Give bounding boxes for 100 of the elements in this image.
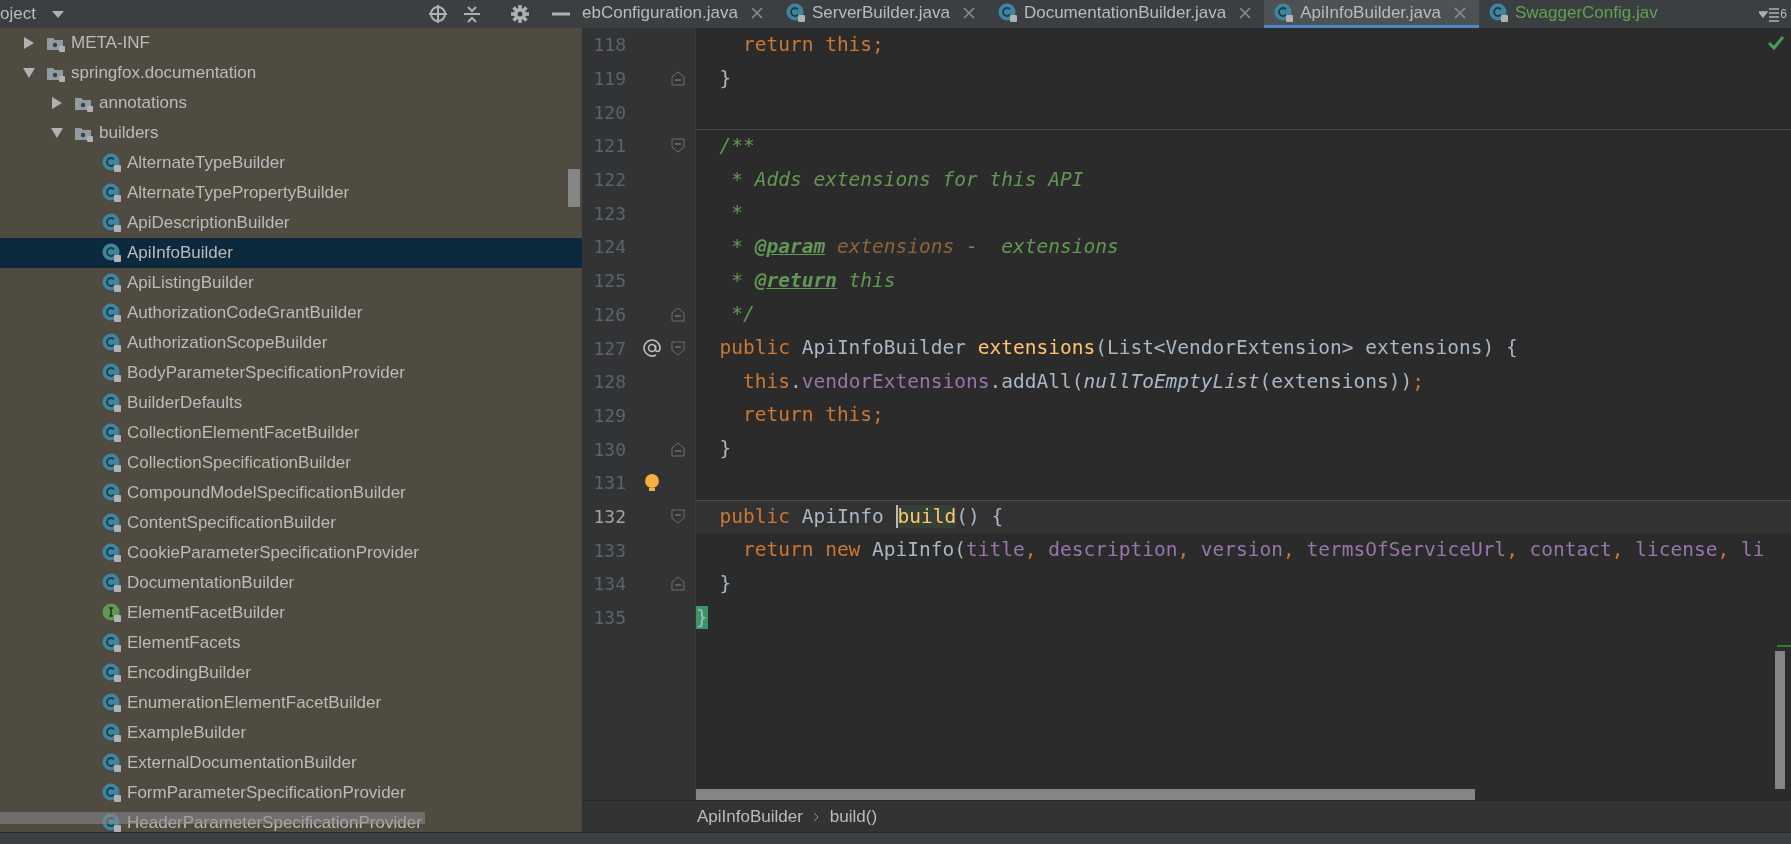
interface-icon xyxy=(102,603,122,623)
class-icon xyxy=(102,753,122,773)
lightbulb-icon[interactable] xyxy=(643,473,661,493)
tree-item[interactable]: ExternalDocumentationBuilder xyxy=(127,752,357,774)
tree-item[interactable]: AlternateTypePropertyBuilder xyxy=(127,182,350,204)
class-icon xyxy=(785,2,806,23)
list-icon xyxy=(1759,5,1780,23)
editor-tab[interactable]: ServerBuilder.java xyxy=(775,0,988,28)
tree-item[interactable]: ContentSpecificationBuilder xyxy=(127,512,336,534)
expanded-arrow-icon[interactable] xyxy=(50,126,64,140)
scrollbar-thumb[interactable] xyxy=(1775,651,1785,789)
crosshair-icon[interactable] xyxy=(428,4,448,24)
tree-item[interactable]: ElementFacets xyxy=(127,632,241,654)
tree-item[interactable]: ApiListingBuilder xyxy=(127,272,254,294)
editor-tab[interactable]: ebConfiguration.java xyxy=(582,0,776,28)
tree-item[interactable]: AuthorizationScopeBuilder xyxy=(127,332,328,354)
fold-icon[interactable] xyxy=(671,138,685,154)
class-icon xyxy=(102,183,122,203)
tree-item[interactable]: DocumentationBuilder xyxy=(127,572,295,594)
tree-item[interactable]: BuilderDefaults xyxy=(127,392,243,414)
class-icon xyxy=(102,513,122,533)
at-sign-icon[interactable] xyxy=(643,339,661,358)
settings-icon[interactable] xyxy=(510,4,530,24)
tree-item[interactable]: EnumerationElementFacetBuilder xyxy=(127,692,382,714)
collapsed-arrow-icon[interactable] xyxy=(22,36,36,50)
tree-item[interactable]: annotations xyxy=(99,92,187,114)
change-marker[interactable] xyxy=(1777,645,1791,647)
fold-icon[interactable] xyxy=(671,508,685,524)
class-icon xyxy=(102,813,122,832)
class-icon xyxy=(1274,2,1295,23)
fold-end-icon[interactable] xyxy=(671,576,685,592)
class-icon xyxy=(102,633,122,653)
fold-end-icon[interactable] xyxy=(671,306,685,322)
close-icon[interactable] xyxy=(961,5,976,20)
tree-item[interactable]: AlternateTypeBuilder xyxy=(127,152,285,174)
tree-item[interactable]: CookieParameterSpecificationProvider xyxy=(127,542,419,564)
class-icon xyxy=(102,333,122,353)
class-icon xyxy=(102,723,122,743)
expanded-arrow-icon[interactable] xyxy=(22,66,36,80)
checkmark-icon[interactable] xyxy=(1767,34,1785,51)
close-icon[interactable] xyxy=(749,5,764,20)
collapse-all-icon[interactable] xyxy=(462,4,482,24)
fold-icon[interactable] xyxy=(671,340,685,356)
tree-item[interactable]: ElementFacetBuilder xyxy=(127,602,285,624)
tree-item[interactable]: CollectionElementFacetBuilder xyxy=(127,422,360,444)
code-line: * xyxy=(730,200,743,227)
tree-item[interactable]: FormParameterSpecificationProvider xyxy=(127,782,406,804)
class-icon xyxy=(102,663,122,683)
code-line: return this; xyxy=(741,402,884,429)
close-icon[interactable] xyxy=(1238,5,1253,20)
class-icon xyxy=(102,243,122,263)
line-number: 132 xyxy=(592,505,626,527)
code-line: public ApiInfo build() { xyxy=(718,503,1004,530)
code-line: } xyxy=(718,436,732,463)
scrollbar-thumb[interactable] xyxy=(568,169,580,207)
class-icon xyxy=(1489,2,1509,23)
tree-item[interactable]: EncodingBuilder xyxy=(127,662,251,684)
editor-tab[interactable]: ApiInfoBuilder.java xyxy=(1264,0,1479,28)
code-line: * Adds extensions for this API xyxy=(730,166,1084,193)
tree-item[interactable]: ExampleBuilder xyxy=(127,722,247,744)
tree-item[interactable]: META-INF xyxy=(71,32,150,54)
code-line: /** xyxy=(718,133,755,160)
close-icon[interactable] xyxy=(1453,5,1467,20)
code-line: * @param extensions - extensions xyxy=(730,233,1119,260)
chevron-icon xyxy=(812,811,820,822)
collapsed-arrow-icon[interactable] xyxy=(50,96,64,110)
editor-tab[interactable]: DocumentationBuilder.java xyxy=(987,0,1265,28)
class-icon xyxy=(102,573,122,593)
class-icon xyxy=(102,303,122,323)
class-icon xyxy=(102,483,122,503)
class-icon xyxy=(102,363,122,383)
tree-item[interactable]: AuthorizationCodeGrantBuilder xyxy=(127,302,363,324)
tree-item[interactable]: BodyParameterSpecificationProvider xyxy=(127,362,405,384)
scrollbar-thumb[interactable] xyxy=(696,789,1475,800)
fold-end-icon[interactable] xyxy=(671,71,685,87)
class-icon xyxy=(102,213,122,233)
code-line: return this; xyxy=(741,31,884,58)
panel-title[interactable]: oject xyxy=(0,4,36,24)
tree-item[interactable]: ApiDescriptionBuilder xyxy=(127,212,290,234)
class-icon xyxy=(102,693,122,713)
code-line: public ApiInfoBuilder extensions(List<VendorExtension> extensions) { xyxy=(718,335,1518,362)
breadcrumb[interactable]: ApiInfoBuilder xyxy=(697,806,803,827)
tab-list-button[interactable]: 6 xyxy=(1751,0,1791,28)
class-icon xyxy=(997,2,1018,23)
class-icon xyxy=(102,423,122,443)
breadcrumb[interactable]: build() xyxy=(829,806,878,827)
tree-item[interactable]: springfox.documentation xyxy=(71,62,257,84)
tree-item[interactable]: builders xyxy=(99,122,159,144)
tree-item[interactable]: ApiInfoBuilder xyxy=(127,242,233,264)
tree-item[interactable]: CollectionSpecificationBuilder xyxy=(127,452,351,474)
code-line: } xyxy=(718,570,732,597)
minimize-icon[interactable] xyxy=(552,12,570,16)
class-icon xyxy=(102,273,122,293)
code-line: this.vendorExtensions.addAll(nullToEmptyList(extensions)); xyxy=(741,368,1424,395)
class-icon xyxy=(102,783,122,803)
editor-tab[interactable]: SwaggerConfig.jav xyxy=(1479,0,1670,28)
tree-item[interactable]: CompoundModelSpecificationBuilder xyxy=(127,482,406,504)
fold-end-icon[interactable] xyxy=(671,441,685,457)
code-line: */ xyxy=(730,301,755,328)
code-line: * @return this xyxy=(730,267,896,294)
